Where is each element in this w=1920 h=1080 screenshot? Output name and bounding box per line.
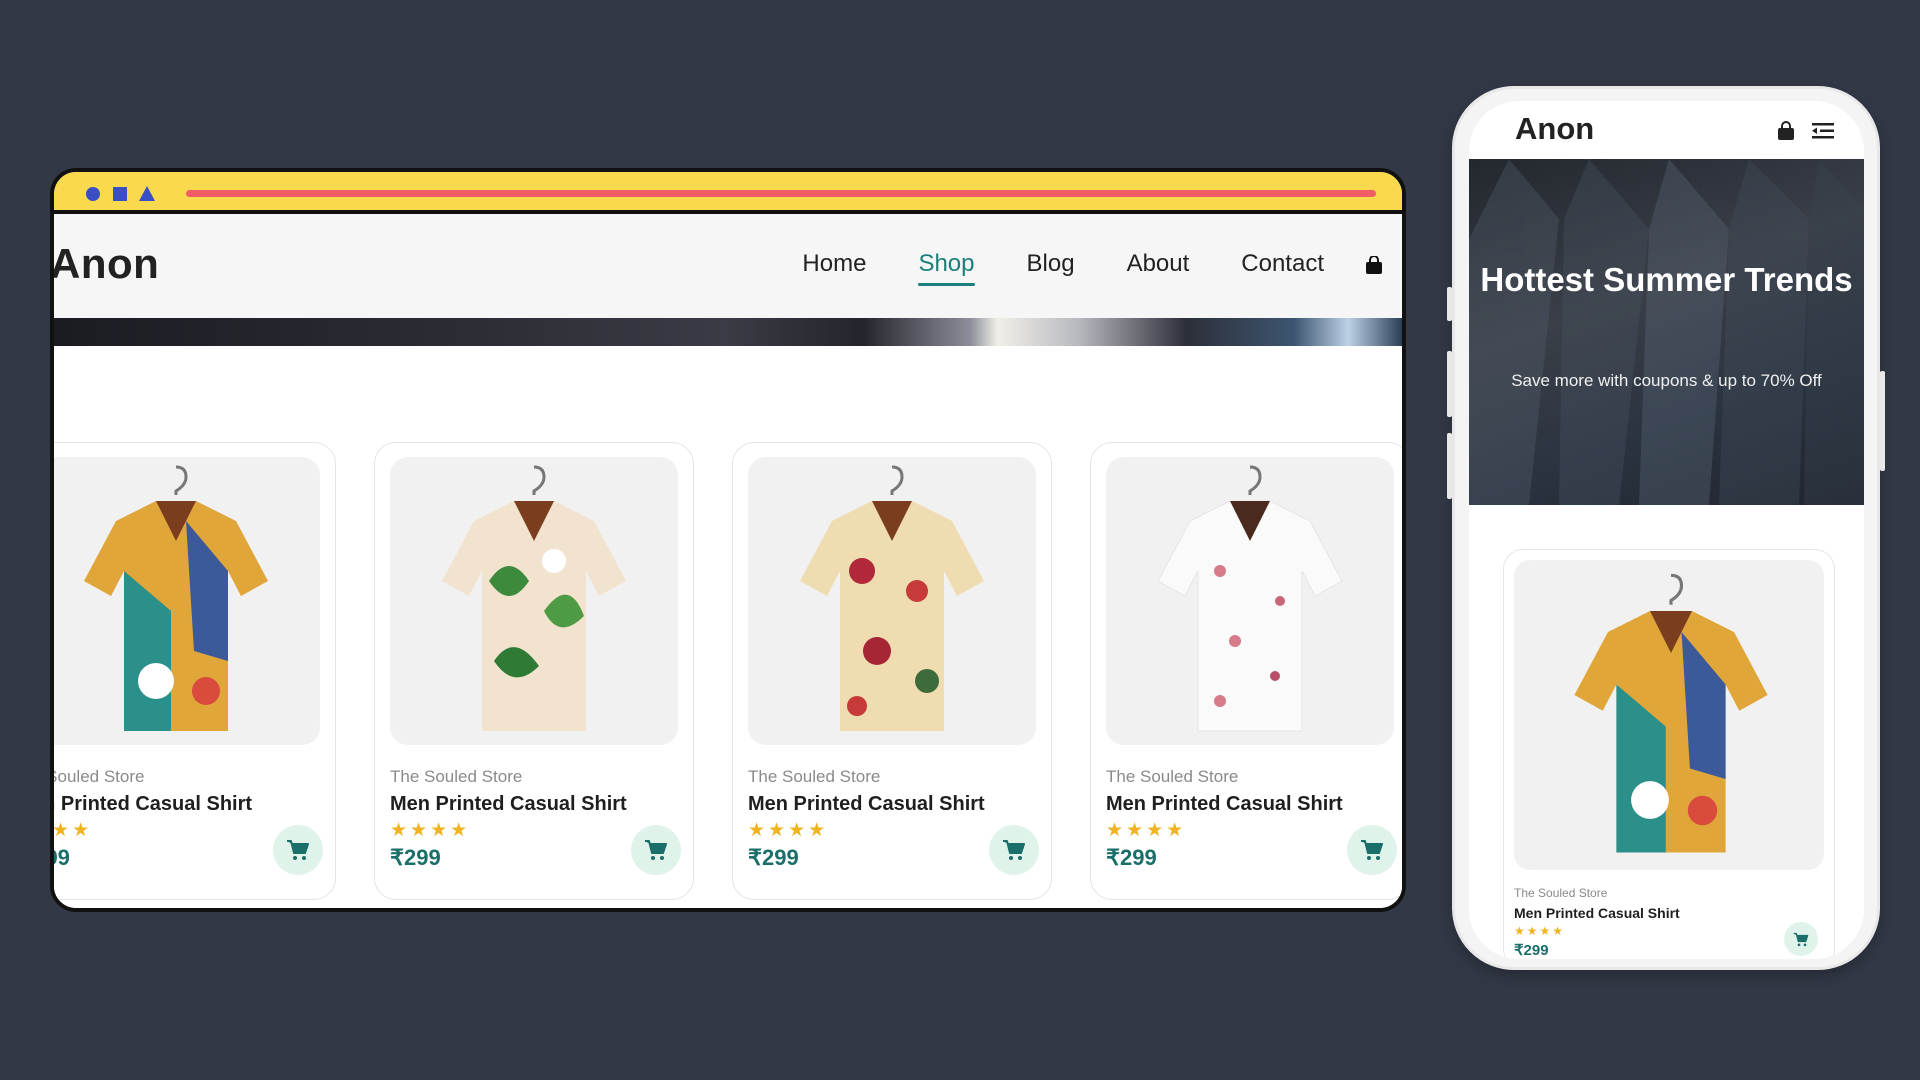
add-to-cart-button[interactable] <box>631 825 681 875</box>
browser-titlebar <box>54 172 1402 214</box>
product-title[interactable]: Men Printed Casual Shirt <box>1106 793 1343 816</box>
phone-side-button <box>1447 433 1452 499</box>
product-card[interactable]: The Souled Store Men Printed Casual Shir… <box>732 442 1052 900</box>
product-brand: The Souled Store <box>1514 886 1608 900</box>
add-to-cart-button[interactable] <box>1347 825 1397 875</box>
product-title[interactable]: Men Printed Casual Shirt <box>1514 905 1680 921</box>
circle-shape-icon <box>86 187 100 201</box>
shirt-image <box>1157 465 1343 732</box>
hero-subtitle: Save more with coupons & up to 70% Off <box>1511 371 1822 390</box>
menu-lines-icon[interactable] <box>1812 122 1834 140</box>
phone-side-button <box>1447 287 1452 321</box>
mobile-logo[interactable]: Anon <box>1515 111 1594 147</box>
product-price: ₹299 <box>1514 942 1549 959</box>
product-image[interactable] <box>390 457 678 745</box>
cart-icon <box>287 840 309 860</box>
product-image[interactable] <box>54 457 320 745</box>
shopping-bag-icon[interactable] <box>1364 256 1384 274</box>
shirt-image <box>800 465 984 731</box>
hero-title: Hottest Summer Trends <box>1480 261 1853 298</box>
hero-banner-strip <box>54 318 1402 346</box>
nav-blog[interactable]: Blog <box>1027 250 1075 278</box>
product-image[interactable] <box>1106 457 1394 745</box>
product-price: ₹299 <box>748 845 799 870</box>
product-image[interactable] <box>748 457 1036 745</box>
product-brand: The Souled Store <box>748 767 881 786</box>
square-shape-icon <box>113 187 127 201</box>
product-brand: e Souled Store <box>50 767 145 786</box>
product-brand: The Souled Store <box>390 767 523 786</box>
rating-stars: ★★★★ <box>1514 924 1566 938</box>
site-logo[interactable]: Anon <box>54 240 159 288</box>
cart-icon <box>1003 840 1025 860</box>
phone-side-button <box>1880 371 1885 471</box>
product-title[interactable]: en Printed Casual Shirt <box>54 793 252 816</box>
cart-icon <box>1361 840 1383 860</box>
product-price: ₹299 <box>1106 845 1157 870</box>
address-bar <box>186 190 1376 197</box>
product-price: ?99 <box>54 845 70 870</box>
rating-stars: ★★★★ <box>1106 820 1187 841</box>
mobile-hero-banner: Hottest Summer Trends Save more with cou… <box>1469 159 1864 505</box>
rating-stars: ★★★★ <box>390 820 471 841</box>
product-card[interactable]: The Souled Store Men Printed Casual Shir… <box>1503 549 1835 959</box>
nav-contact[interactable]: Contact <box>1241 250 1324 278</box>
product-card[interactable]: The Souled Store Men Printed Casual Shir… <box>374 442 694 900</box>
shopping-bag-icon[interactable] <box>1776 121 1796 141</box>
nav-about[interactable]: About <box>1127 250 1190 278</box>
nav-home[interactable]: Home <box>802 250 866 278</box>
nav-shop[interactable]: Shop <box>918 250 975 286</box>
rating-stars: ★★★★ <box>748 820 829 841</box>
main-menu: Home Shop Blog About Contact <box>802 250 1324 286</box>
add-to-cart-button[interactable] <box>273 825 323 875</box>
hanging-clothes-image <box>1469 159 1864 505</box>
shirt-image <box>84 465 268 731</box>
product-card[interactable]: The Souled Store Men Printed Casual Shir… <box>1090 442 1402 900</box>
shirt-image <box>442 465 626 731</box>
product-title[interactable]: Men Printed Casual Shirt <box>390 793 627 816</box>
website: Anon Home Shop Blog About Contact Souled… <box>54 214 1402 908</box>
product-grid: e Souled Store en Printed Casual Shirt ★… <box>54 442 1402 902</box>
rating-stars: ★★★ <box>52 820 93 841</box>
shirt-image <box>1574 573 1768 853</box>
triangle-shape-icon <box>139 186 155 201</box>
phone-side-button <box>1447 351 1452 417</box>
phone-mockup: Anon Hottest Summer Trends Save more wit… <box>1447 86 1885 970</box>
mobile-header: Anon <box>1469 101 1864 159</box>
product-brand: The Souled Store <box>1106 767 1239 786</box>
product-price: ₹299 <box>390 845 441 870</box>
cart-icon <box>1793 932 1809 946</box>
add-to-cart-button[interactable] <box>989 825 1039 875</box>
site-header: Anon Home Shop Blog About Contact <box>54 214 1402 318</box>
product-title[interactable]: Men Printed Casual Shirt <box>748 793 985 816</box>
browser-window: Anon Home Shop Blog About Contact Souled… <box>50 168 1406 912</box>
product-card[interactable]: e Souled Store en Printed Casual Shirt ★… <box>50 442 336 900</box>
cart-icon <box>645 840 667 860</box>
phone-screen: Anon Hottest Summer Trends Save more wit… <box>1469 101 1864 959</box>
add-to-cart-button[interactable] <box>1784 922 1818 956</box>
product-image[interactable] <box>1514 560 1824 870</box>
